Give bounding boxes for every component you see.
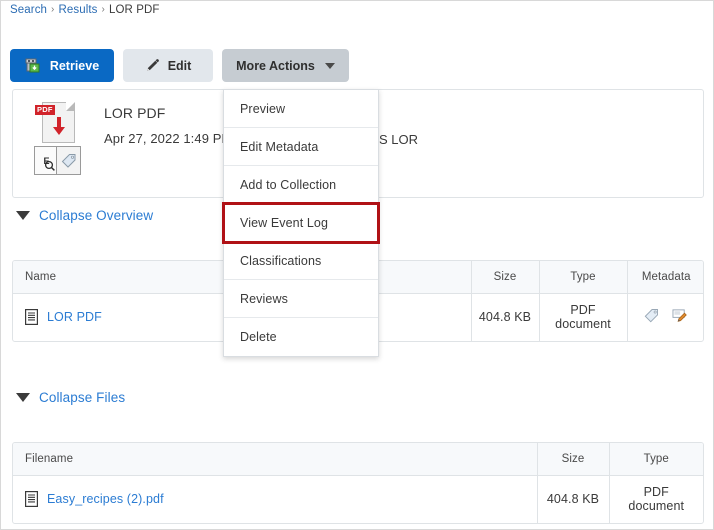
pdf-badge-label: PDF [35,105,55,115]
triangle-down-icon [16,393,30,402]
menu-item-reviews[interactable]: Reviews [224,280,378,318]
pencil-icon [145,58,160,73]
collapse-files-toggle[interactable]: Collapse Files [16,390,125,405]
more-actions-button[interactable]: More Actions [222,49,349,82]
cell-filename: Easy_recipes (2).pdf [13,475,538,523]
document-icon [25,491,39,508]
breadcrumb-separator: › [51,4,55,15]
breadcrumb-separator: › [101,4,105,15]
cell-metadata [627,293,703,341]
document-title: LOR PDF [104,105,166,121]
edit-metadata-icon[interactable] [672,308,688,323]
cell-type: PDF document [628,485,685,514]
document-date-overflow: S LOR [379,132,419,147]
cell-size: 404.8 KB [471,293,540,341]
collapse-files-label: Collapse Files [39,390,126,405]
column-header-type: Type [539,261,628,294]
action-toolbar: Retrieve Edit More Actions [10,49,349,82]
table-row: Easy_recipes (2).pdf 404.8 KB PDF docume… [13,475,703,523]
menu-item-preview[interactable]: Preview [224,90,378,128]
overview-row-name-link[interactable]: LOR PDF [47,310,102,324]
edit-button[interactable]: Edit [123,49,213,82]
triangle-down-icon [16,211,30,220]
more-actions-dropdown-menu: Preview Edit Metadata Add to Collection … [222,89,380,357]
cell-type: PDF document [539,293,628,341]
column-header-size: Size [537,443,610,476]
files-row-name-link[interactable]: Easy_recipes (2).pdf [47,492,164,506]
menu-item-edit-metadata[interactable]: Edit Metadata [224,128,378,166]
more-actions-button-label: More Actions [236,58,315,73]
tag-icon[interactable] [644,308,659,323]
collapse-overview-label: Collapse Overview [39,208,154,223]
menu-item-delete[interactable]: Delete [224,318,378,356]
document-date: Apr 27, 2022 1:49 PM [104,131,233,146]
retrieve-button-label: Retrieve [49,58,100,73]
column-header-metadata: Metadata [627,261,703,294]
document-details-page: Search › Results › LOR PDF Retrieve Edit… [0,0,714,530]
table-header-row: Filename Size Type [13,443,703,476]
menu-item-classifications[interactable]: Classifications [224,242,378,280]
retrieve-button[interactable]: Retrieve [10,49,114,82]
collapse-overview-toggle[interactable]: Collapse Overview [16,208,153,223]
chevron-down-icon [324,62,335,69]
pdf-document-download-icon: PDF E [31,101,93,175]
edit-button-label: Edit [167,58,192,73]
breadcrumb-item-search[interactable]: Search [10,4,47,16]
column-header-filename: Filename [13,443,538,476]
menu-item-view-event-log[interactable]: View Event Log [222,202,380,244]
breadcrumb: Search › Results › LOR PDF [10,4,160,16]
document-icon [25,309,39,326]
column-header-type: Type [609,443,703,476]
column-header-size: Size [471,261,540,294]
menu-item-add-to-collection[interactable]: Add to Collection [224,166,378,204]
document-info: LOR PDF Apr 27, 2022 1:49 PM [93,101,232,146]
breadcrumb-item-results[interactable]: Results [58,4,97,16]
files-table: Filename Size Type Easy_recipes (2).pdf … [12,442,704,524]
document-tag-icon [56,146,81,175]
breadcrumb-item-current: LOR PDF [108,4,160,16]
package-download-icon [25,58,42,73]
cell-size: 404.8 KB [537,475,610,523]
